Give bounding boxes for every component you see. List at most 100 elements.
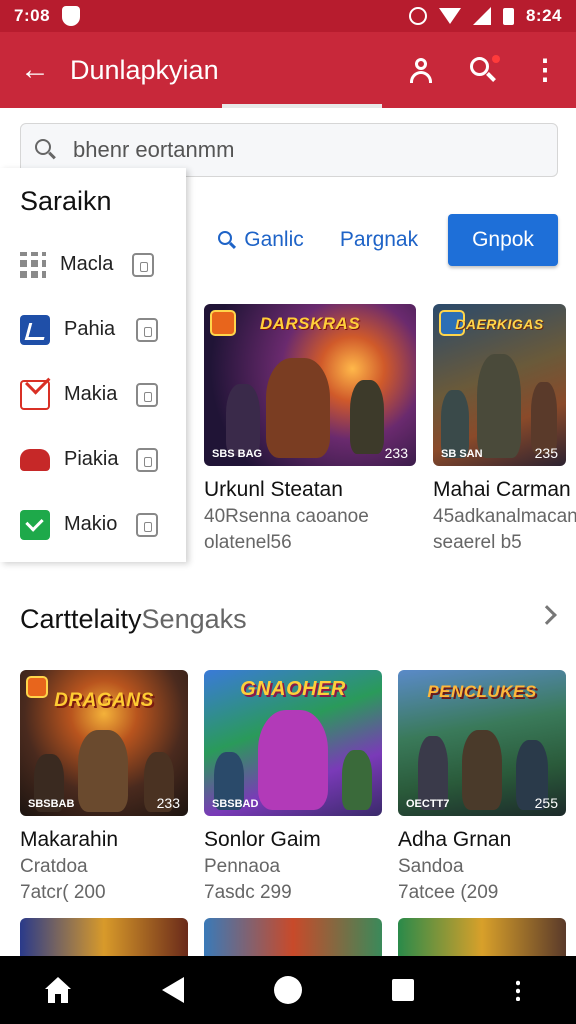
- score-label: 233: [384, 445, 408, 461]
- score-label: 255: [534, 795, 558, 811]
- mail-icon: [20, 379, 50, 410]
- more-vert-icon: ⋮: [531, 54, 559, 85]
- grid-apps-icon: [20, 251, 46, 278]
- game-thumbnail: DAERKIGAS SB SAN 235: [433, 304, 566, 466]
- delete-icon[interactable]: [136, 512, 158, 537]
- circle-icon: [274, 976, 302, 1004]
- delete-icon[interactable]: [136, 317, 158, 342]
- nav-home-circle-button[interactable]: [230, 956, 345, 1024]
- game-thumbnail-partial[interactable]: [204, 918, 382, 956]
- score-label: 233: [156, 795, 180, 811]
- more-vert-icon: [516, 979, 521, 1001]
- side-drawer: Saraikn Macla Pahia Makia Piakia Makio: [0, 168, 186, 562]
- game-title: Urkunl Steatan: [204, 478, 343, 501]
- status-icons: 8:24: [408, 6, 562, 26]
- game-meta: seaerel b5: [433, 532, 522, 553]
- game-meta: 7atcee (209: [398, 882, 499, 903]
- game-thumbnail: GNAOHER SBSBAD: [204, 670, 382, 816]
- alarm-icon: [408, 7, 427, 25]
- game-thumbnail: DARSKRAS SBS BAG 233: [204, 304, 416, 466]
- shield-icon: [62, 6, 81, 26]
- drawer-item-makia[interactable]: Makia: [0, 362, 186, 427]
- game-logo: PENCLUKES: [427, 682, 537, 701]
- featured-card[interactable]: DAERKIGAS SB SAN 235 Mahai Carman 45adka…: [433, 304, 576, 554]
- rating-badge: OECTT7: [406, 798, 450, 810]
- back-arrow-icon[interactable]: ←: [0, 53, 70, 87]
- drawer-item-label: Makio: [64, 513, 118, 535]
- chip-pargnak[interactable]: Pargnak: [330, 214, 428, 266]
- nav-menu-button[interactable]: [461, 956, 576, 1024]
- wifi-icon: [438, 8, 461, 24]
- game-title: Adha Grnan: [398, 828, 512, 851]
- game-meta: 7atcr( 200: [20, 882, 106, 903]
- game-meta: 7asdc 299: [204, 882, 292, 903]
- system-nav-bar: [0, 956, 576, 1024]
- rating-badge: SBSBAD: [212, 798, 259, 810]
- game-title: Sonlor Gaim: [204, 828, 321, 851]
- nav-home-button[interactable]: [0, 956, 115, 1024]
- game-meta: olatenel56: [204, 532, 292, 553]
- game-logo: DAERKIGAS: [455, 316, 544, 332]
- account-button[interactable]: [390, 39, 452, 101]
- search-input[interactable]: [73, 137, 513, 163]
- square-icon: [392, 979, 415, 1001]
- game-subtitle: Cratdoa: [20, 856, 88, 877]
- car-icon: [20, 448, 50, 471]
- notification-dot: [492, 55, 500, 63]
- chevron-right-icon[interactable]: [537, 605, 557, 625]
- primary-button-label: Gnpok: [472, 228, 534, 251]
- game-thumbnail: PENCLUKES OECTT7 255: [398, 670, 566, 816]
- game-logo: DARSKRAS: [259, 314, 361, 333]
- chip-search[interactable]: Ganlic: [212, 214, 310, 266]
- primary-button[interactable]: Gnpok: [448, 214, 558, 266]
- game-subtitle: 45adkanalmacan: [433, 506, 576, 527]
- game-logo: DRAGANS: [54, 690, 154, 711]
- rating-badge: SBS BAG: [212, 448, 263, 460]
- back-triangle-icon: [161, 977, 184, 1003]
- person-icon: [408, 57, 434, 83]
- section-title-light: Sengaks: [141, 604, 247, 634]
- section-title-bold: Carttelaity: [20, 604, 142, 634]
- drawer-item-label: Pahia: [64, 318, 116, 340]
- section-title: CarttelaitySengaks: [20, 604, 247, 635]
- drawer-item-label: Macla: [60, 253, 114, 275]
- game-card[interactable]: DRAGANS SBSBAB 233 Makarahin Cratdoa 7at…: [20, 670, 188, 904]
- game-subtitle: Pennaoa: [204, 856, 281, 877]
- tab-indicator: [222, 104, 382, 108]
- drawer-item-label: Piakia: [64, 448, 119, 470]
- delete-icon[interactable]: [136, 447, 158, 472]
- drawer-item-label: Makia: [64, 383, 118, 405]
- green-app-icon: [20, 509, 50, 540]
- game-thumbnail-partial[interactable]: [398, 918, 566, 956]
- game-thumbnail-partial[interactable]: [20, 918, 188, 956]
- game-card[interactable]: GNAOHER SBSBAD Sonlor Gaim Pennaoa 7asdc…: [204, 670, 382, 904]
- overflow-menu-button[interactable]: ⋮: [514, 39, 576, 101]
- battery-icon: [502, 7, 514, 25]
- game-thumbnail: DRAGANS SBSBAB 233: [20, 670, 188, 816]
- score-label: 235: [534, 445, 558, 461]
- drawer-item-pahia[interactable]: Pahia: [0, 297, 186, 362]
- drawer-item-makio[interactable]: Makio: [0, 492, 186, 557]
- chip-search-label: Ganlic: [244, 228, 304, 251]
- featured-card[interactable]: DARSKRAS SBS BAG 233 Urkunl Steatan 40Rs…: [204, 304, 416, 554]
- signal-icon: [472, 7, 491, 25]
- delete-icon[interactable]: [136, 382, 158, 407]
- page-title: Dunlapkyian: [70, 54, 219, 85]
- game-card[interactable]: PENCLUKES OECTT7 255 Adha Grnan Sandoa 7…: [398, 670, 566, 904]
- game-subtitle: 40Rsenna caoanoe: [204, 506, 369, 527]
- game-title: Mahai Carman: [433, 478, 571, 501]
- drawer-item-piakia[interactable]: Piakia: [0, 427, 186, 492]
- search-chip-icon: [218, 231, 237, 250]
- nav-recents-button[interactable]: [346, 956, 461, 1024]
- nav-back-button[interactable]: [115, 956, 230, 1024]
- chip-plain-label: Pargnak: [339, 228, 419, 251]
- blue-app-icon: [20, 314, 50, 345]
- status-bar: 7:08 8:24: [0, 0, 576, 32]
- drawer-item-macla[interactable]: Macla: [0, 232, 186, 297]
- search-field-icon: [35, 139, 57, 161]
- search-button[interactable]: [452, 39, 514, 101]
- game-logo: GNAOHER: [240, 678, 346, 700]
- game-subtitle: Sandoa: [398, 856, 464, 877]
- home-icon: [44, 977, 71, 1003]
- delete-icon[interactable]: [132, 252, 154, 277]
